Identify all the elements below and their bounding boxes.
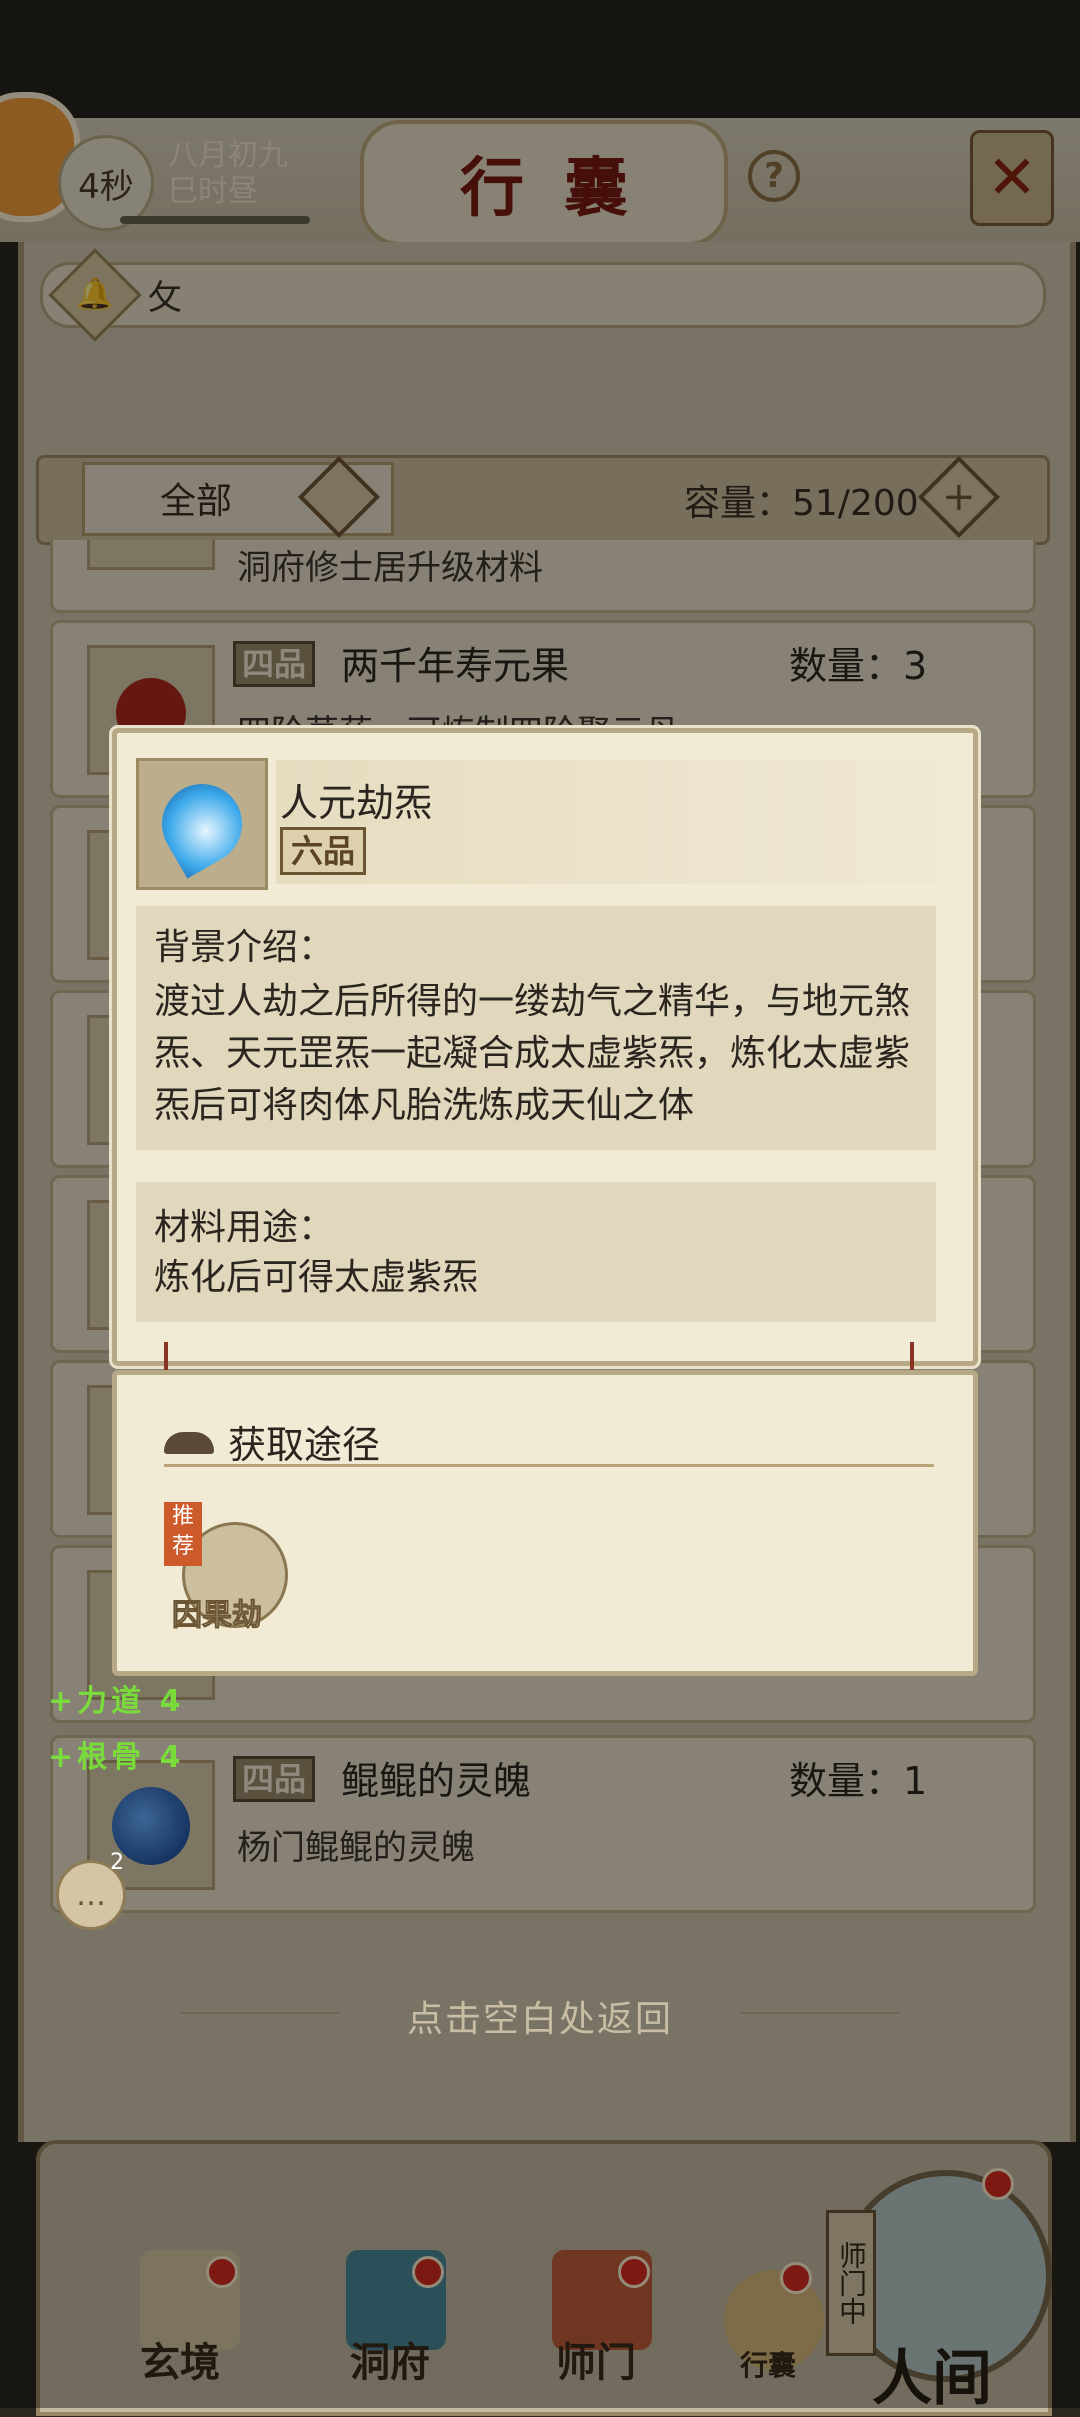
karma-trial-label: 因果劫: [172, 1598, 263, 1634]
close-icon: ✕: [986, 143, 1038, 213]
nav-dongfu[interactable]: 洞府: [350, 2330, 430, 2388]
nav-shimen[interactable]: 师门: [556, 2330, 636, 2388]
usage-title: 材料用途：: [154, 1207, 335, 1248]
usage-text: 炼化后可得太虚紫炁: [154, 1257, 479, 1298]
master-status-tag: 师门中: [826, 2210, 876, 2356]
stat-strength: +力道 4: [48, 1684, 185, 1719]
popup-item-name: 人元劫炁: [280, 781, 433, 825]
help-icon[interactable]: ?: [748, 150, 800, 202]
help-glyph: ?: [764, 156, 784, 196]
notification-dot: [780, 2262, 812, 2294]
close-button[interactable]: ✕: [970, 130, 1054, 226]
item-icon: [87, 540, 215, 570]
filter-label: 全部: [160, 481, 233, 522]
capacity-text: 容量：51/200: [684, 483, 919, 524]
title-plate: 行囊: [360, 120, 728, 246]
list-item[interactable]: 洞府修士居升级材料: [50, 540, 1036, 613]
usage-section: 材料用途： 炼化后可得太虚紫炁: [136, 1182, 936, 1322]
background-text: 渡过人劫之后所得的一缕劫气之精华，与地元煞炁、天元罡炁一起凝合成太虚紫炁，炼化太…: [154, 981, 911, 1126]
blue-flame-icon: [147, 769, 257, 879]
search-input[interactable]: 攵: [148, 270, 182, 319]
item-desc: 杨门鲲鲲的灵魄: [237, 1828, 475, 1868]
nav-xuanjing[interactable]: 玄境: [140, 2330, 220, 2388]
background-title: 背景介绍：: [154, 927, 335, 968]
human-world-label[interactable]: 人间: [872, 2330, 992, 2417]
date-hour: 巳时昼: [168, 174, 258, 209]
item-grade: 四品: [233, 1756, 316, 1802]
back-hint[interactable]: 点击空白处返回: [0, 1990, 1080, 2042]
notification-dot: [618, 2256, 650, 2288]
time-progress-bar: [120, 216, 310, 224]
recommend-tag: 推荐: [164, 1502, 202, 1566]
item-qty: 数量：1: [789, 1759, 928, 1803]
page-title: 行囊: [460, 151, 668, 226]
status-bar: [0, 0, 1080, 118]
hat-icon: [164, 1432, 214, 1454]
notification-dot: [412, 2256, 444, 2288]
notification-dot: [206, 2256, 238, 2288]
nav-xingnang[interactable]: 行囊: [740, 2344, 796, 2384]
karma-trial-button[interactable]: 推荐 因果劫: [164, 1502, 288, 1634]
search-bar[interactable]: [40, 262, 1046, 328]
item-grade: 四品: [233, 641, 316, 687]
item-qty: 数量：3: [789, 644, 928, 688]
divider: [164, 1464, 934, 1467]
item-name: 两千年寿元果: [341, 644, 570, 688]
timer-text: 4秒: [78, 166, 134, 207]
stat-constitution: +根骨 4: [48, 1740, 185, 1775]
item-desc: 洞府修士居升级材料: [237, 548, 543, 588]
acquisition-title: 获取途径: [228, 1423, 381, 1467]
popup-item-grade: 六品: [280, 827, 367, 875]
list-item[interactable]: 四品 鲲鲲的灵魄 数量：1 杨门鲲鲲的灵魄: [50, 1735, 1036, 1913]
chat-badge: 2: [110, 1850, 124, 1875]
notification-dot: [982, 2168, 1014, 2200]
item-name: 鲲鲲的灵魄: [341, 1759, 532, 1803]
background-section: 背景介绍： 渡过人劫之后所得的一缕劫气之精华，与地元煞炁、天元罡炁一起凝合成太虚…: [136, 906, 936, 1150]
item-icon: [136, 758, 268, 890]
